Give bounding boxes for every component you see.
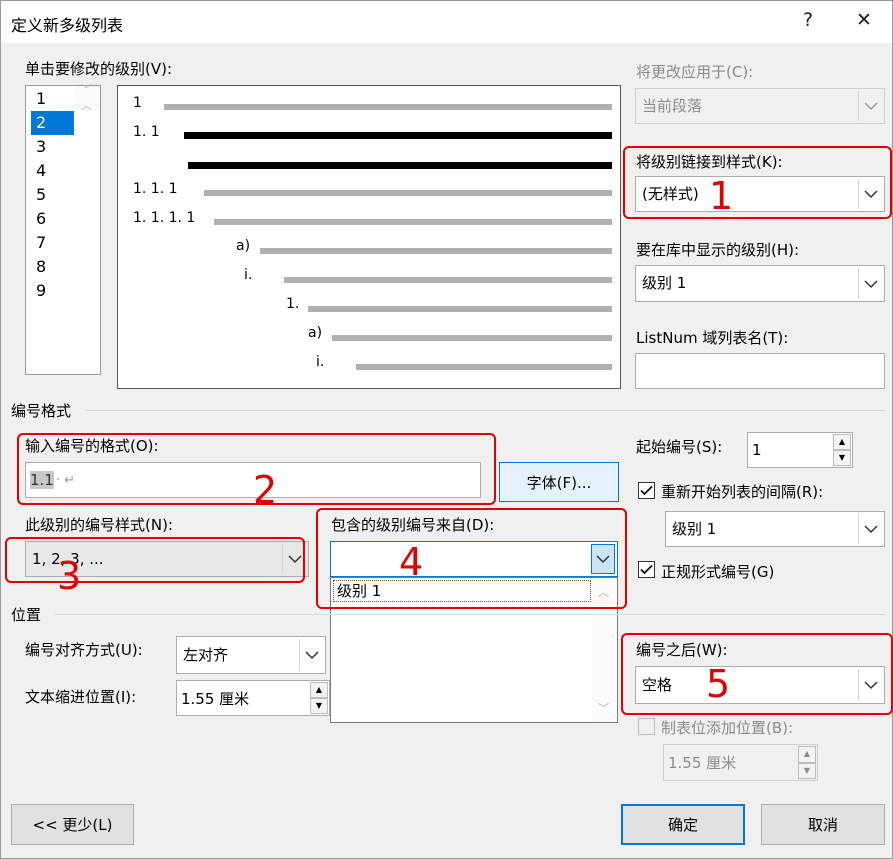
preview-line [332,335,612,341]
section-divider [55,614,885,615]
gallery-level-label: 要在库中显示的级别(H): [636,241,800,259]
text-indent-label: 文本缩进位置(I): [25,688,137,706]
preview-number: i. [316,354,325,370]
spin-down-icon[interactable]: ▼ [310,698,328,714]
chevron-down-icon [299,639,323,671]
chevron-down-icon [858,91,882,121]
apply-to-label: 将更改应用于(C): [636,63,754,81]
spin-down-icon[interactable]: ▼ [798,762,816,779]
level-list-item[interactable]: 1 [31,87,74,111]
annotation-number-3: 3 [57,554,82,598]
preview-line [284,277,612,283]
start-at-spinner[interactable]: 1 ▲ ▼ [747,432,853,468]
level-list-item[interactable]: 9 [31,279,74,303]
annotation-box-5 [621,633,893,715]
annotation-box-3 [5,537,305,583]
annotation-number-2: 2 [253,468,278,512]
preview-line [260,248,612,254]
text-indent-value: 1.55 厘米 [181,689,250,708]
spin-up-icon[interactable]: ▲ [798,746,816,763]
legal-style-checkbox[interactable] [638,561,655,578]
start-at-label: 起始编号(S): [636,438,723,456]
preview-line [356,364,612,370]
preview-number: a) [308,325,323,341]
position-section-title: 位置 [11,606,42,624]
section-divider [85,410,885,411]
level-list-item[interactable]: 7 [31,231,74,255]
listnum-input[interactable] [635,353,885,389]
preview-line [308,306,612,312]
level-list-item[interactable]: 6 [31,207,74,231]
text-indent-spinner[interactable]: 1.55 厘米 ▲ ▼ [176,680,330,716]
preview-number: 1. [286,296,300,312]
spin-up-icon[interactable]: ▲ [310,682,328,698]
number-format-section-title: 编号格式 [11,402,72,420]
annotation-box-1 [623,146,892,219]
preview-line [214,219,612,225]
level-list-scrollbar[interactable]: ︿ ﹀ [75,83,100,112]
level-list-item[interactable]: 2 [31,111,74,135]
preview-number: 1 [133,95,142,111]
levels-label: 单击要修改的级别(V): [25,60,173,78]
apply-to-value: 当前段落 [642,96,703,115]
spin-up-icon[interactable]: ▲ [833,434,851,450]
legal-style-label: 正规形式编号(G) [661,563,775,581]
restart-list-value: 级别 1 [672,519,717,538]
restart-list-select[interactable]: 级别 1 [665,511,885,547]
gallery-level-value: 级别 1 [642,274,687,292]
annotation-box-4 [316,508,627,609]
number-style-label: 此级别的编号样式(N): [25,516,173,534]
title-bar: 定义新多级列表 ? ✕ [1,1,892,43]
level-list-item[interactable]: 5 [31,183,74,207]
tab-stop-spinner[interactable]: 1.55 厘米 ▲ ▼ [663,744,818,781]
listnum-label: ListNum 域列表名(T): [636,329,789,347]
preview-line [164,104,612,110]
cancel-button[interactable]: 取消 [761,804,885,845]
help-button[interactable]: ? [803,9,813,31]
dialog-title: 定义新多级列表 [11,16,124,35]
level-preview: 1 1. 1 1. 1. 1 1. 1. 1. 1 a) i. 1. a) i. [117,85,621,389]
preview-line-selected [188,162,612,169]
preview-line-selected [184,132,612,139]
restart-list-checkbox[interactable] [638,482,655,499]
gallery-level-select[interactable]: 级别 1 [635,265,885,302]
alignment-label: 编号对齐方式(U): [25,641,143,659]
tab-stop-checkbox[interactable] [638,718,655,735]
start-at-value: 1 [752,441,762,459]
restart-list-label: 重新开始列表的间隔(R): [661,483,824,501]
preview-line [204,190,612,196]
level-listbox[interactable]: 123456789 ︿ ﹀ [25,83,101,375]
spin-down-icon[interactable]: ▼ [833,450,851,466]
checkmark-icon [640,564,653,575]
preview-number: a) [236,238,251,254]
ok-button[interactable]: 确定 [621,804,745,845]
tab-stop-value: 1.55 厘米 [668,754,737,772]
checkmark-icon [640,485,653,496]
alignment-select[interactable]: 左对齐 [176,636,326,674]
scroll-down-icon[interactable]: ﹀ [598,700,609,716]
preview-number: 1. 1. 1 [133,181,178,197]
scroll-down-icon[interactable]: ﹀ [81,78,92,102]
annotation-number-5: 5 [706,662,731,706]
annotation-number-4: 4 [399,540,424,584]
close-button[interactable]: ✕ [856,9,872,31]
alignment-value: 左对齐 [183,645,229,664]
preview-number: 1. 1. 1. 1 [133,210,196,226]
level-list-item[interactable]: 3 [31,135,74,159]
annotation-number-1: 1 [709,174,734,218]
apply-to-select[interactable]: 当前段落 [635,88,885,124]
tab-stop-label: 制表位添加位置(B): [661,719,794,737]
less-button[interactable]: << 更少(L) [11,804,134,845]
level-list-item[interactable]: 8 [31,255,74,279]
chevron-down-icon [858,268,882,299]
define-multilevel-list-dialog: 定义新多级列表 ? ✕ 单击要修改的级别(V): 123456789 ︿ ﹀ 1… [0,0,893,859]
preview-number: 1. 1 [133,124,160,140]
preview-number: i. [244,267,253,283]
font-button[interactable]: 字体(F)... [499,462,619,502]
level-list-item[interactable]: 4 [31,159,74,183]
chevron-down-icon [858,514,882,544]
